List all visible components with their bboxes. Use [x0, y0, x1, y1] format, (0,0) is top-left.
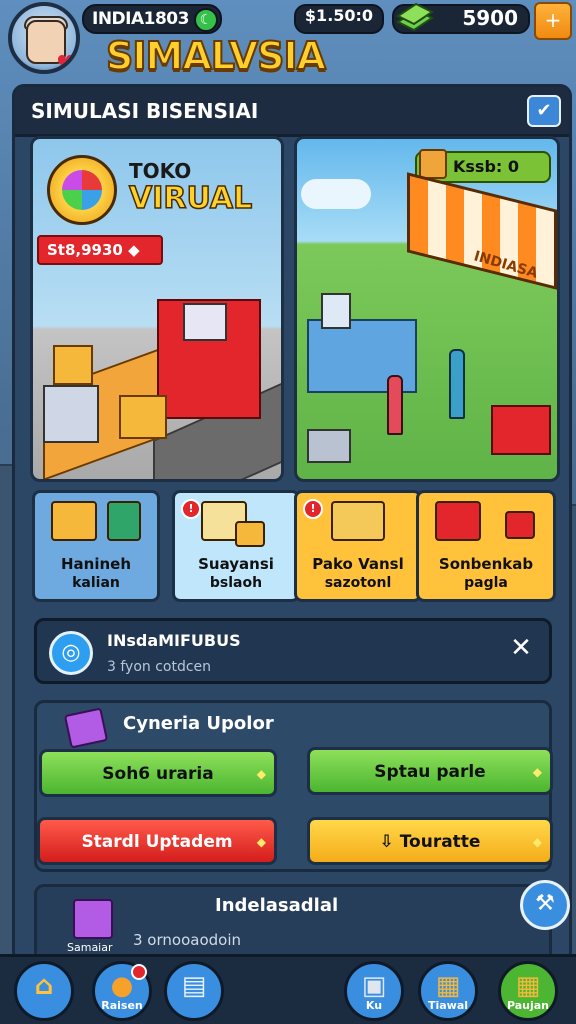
info-panel: Samaiar Indelasadlal 3 ornooaodoin: [34, 884, 552, 954]
notification-badge: !: [303, 499, 323, 519]
package-icon: [235, 521, 265, 547]
shop-bag-icon: ▤: [181, 971, 207, 1001]
notification-banner[interactable]: ◎ INsdaMIFUBUS 3 fyon cotdcen ✕: [34, 618, 552, 684]
diamond-icon: ◆: [256, 767, 266, 781]
heart-icon: ♥: [56, 52, 76, 74]
checklist-button[interactable]: ✔: [527, 95, 561, 127]
virtual-store-card[interactable]: TOKO VIRUAL St8,9930 ◆: [30, 136, 284, 482]
key-counter-text: Kssb: 0: [453, 157, 519, 176]
info-icon-caption: Samaiar: [67, 941, 113, 954]
nav-tiawal-button[interactable]: ▦ Tiawal: [418, 961, 478, 1021]
upgrade-button-3[interactable]: Stardl Uptadem ◆: [37, 817, 277, 865]
upgrade-button-1-label: Soh6 uraria: [102, 764, 214, 784]
nav-paujan-label: Paujan: [506, 999, 550, 1012]
gift-stack-icon: [491, 405, 551, 455]
coin-counter: $1.50:0: [294, 4, 384, 34]
feature-tile-4[interactable]: Sonbenkab pagla: [416, 490, 556, 602]
diamond-icon: ◆: [532, 835, 542, 849]
gift-box-icon: [119, 395, 167, 439]
feature-tile-1[interactable]: Hanineh kalian: [32, 490, 160, 602]
panel-header: SIMULASI BISENSIAI ✔: [15, 87, 569, 137]
gift-box-icon: [53, 345, 93, 385]
diamond-icon: ◆: [256, 835, 266, 849]
nav-ku-label: Ku: [365, 999, 383, 1012]
nav-home-button[interactable]: ⌂: [14, 961, 74, 1021]
nav-ku-button[interactable]: ▣ Ku: [344, 961, 404, 1021]
trophy-icon: [107, 501, 141, 541]
store-logo-icon: [47, 155, 117, 225]
upgrade-button-2-label: Sptau parle: [374, 762, 486, 782]
tile-sublabel-4: pagla: [464, 575, 508, 591]
tile-sublabel-1: kalian: [72, 575, 120, 591]
feature-tile-3[interactable]: ! Pako Vansl sazotonl: [294, 490, 422, 602]
tile-label-3: Pako Vansl: [312, 555, 404, 573]
store-price-tag: St8,9930 ◆: [37, 235, 163, 265]
tile-sublabel-3: sazotonl: [324, 575, 392, 591]
register-illustration: [43, 385, 99, 443]
arrow-down-icon: ⇩: [379, 832, 400, 852]
player-name-chip: INDIA1803 ☾: [82, 4, 222, 34]
key-counter-badge: Kssb: 0: [415, 149, 551, 183]
tile-sublabel-2: bslaoh: [209, 575, 263, 591]
tools-icon: ⚒: [535, 891, 555, 916]
check-icon: ✔: [536, 100, 552, 121]
home-icon: ⌂: [34, 971, 54, 1001]
notification-badge: !: [181, 499, 201, 519]
shop-scene-card[interactable]: Kssb: 0 INDIASA: [294, 136, 560, 482]
diamond-icon: ◆: [532, 765, 542, 779]
nav-paujan-button[interactable]: ▦ Paujan: [498, 961, 558, 1021]
package-icon: [331, 501, 385, 541]
feature-tile-2[interactable]: ! Suayansi bslaoh: [172, 490, 300, 602]
cloud-decoration: [301, 179, 371, 209]
upgrade-button-4-label: Touratte: [399, 832, 481, 852]
add-icon: +: [544, 8, 562, 32]
tools-button[interactable]: ⚒: [520, 880, 570, 930]
upgrade-button-2[interactable]: Sptau parle ◆: [307, 747, 553, 795]
tile-label-1: Hanineh: [60, 555, 132, 573]
server-box-illustration: [183, 303, 227, 341]
notification-subtitle: 3 fyon cotdcen: [107, 659, 212, 675]
cash-stack-icon: [396, 2, 434, 32]
gift-box-icon: [73, 899, 113, 939]
upgrade-panel: Cyneria Upolor Soh6 uraria ◆ Sptau parle…: [34, 700, 553, 872]
gift-icon: [435, 501, 481, 541]
add-currency-button[interactable]: +: [534, 2, 572, 40]
notification-dot: [131, 964, 147, 980]
shopkeeper-figure: [449, 349, 465, 419]
box-icon: [419, 149, 447, 179]
crate-illustration: [307, 429, 351, 463]
game-title: SIMALVSIA: [105, 33, 327, 79]
nav-tiawal-label: Tiawal: [427, 999, 469, 1012]
player-name: INDIA1803: [92, 9, 189, 29]
tile-label-2: Suayansi: [198, 555, 274, 573]
upgrade-button-4[interactable]: ⇩ Touratte ◆: [307, 817, 553, 865]
bottom-nav: ⌂ ● Raisen ▤ ▣ Ku ▦ Tiawal ▦ Paujan: [0, 954, 576, 1024]
moon-icon: ☾: [194, 8, 218, 32]
upgrade-button-3-label: Stardl Uptadem: [81, 832, 233, 852]
panel-title: SIMULASI BISENSIAI: [31, 99, 259, 123]
store-title-main: VIRUAL: [128, 180, 253, 217]
nav-shop-button[interactable]: ▤: [164, 961, 224, 1021]
store-title-top: TOKO: [129, 159, 192, 183]
info-title: Indelasadlal: [215, 895, 339, 916]
computer-illustration: [321, 293, 351, 329]
close-button[interactable]: ✕: [503, 631, 539, 667]
gift-box-icon: [51, 501, 97, 541]
player-avatar[interactable]: ♥: [8, 2, 80, 74]
top-bar: ♥ INDIA1803 ☾ SIMALVSIA $1.50:0 5900 +: [0, 0, 576, 84]
customer-figure: [387, 375, 403, 435]
gift-box-icon: [63, 707, 109, 749]
nav-raisen-button[interactable]: ● Raisen: [92, 961, 152, 1021]
info-subtitle: 3 ornooaodoin: [133, 931, 241, 949]
gift-icon: [505, 511, 535, 539]
upgrade-button-1[interactable]: Soh6 uraria ◆: [39, 749, 277, 797]
notification-title: INsdaMIFUBUS: [107, 631, 241, 650]
chat-icon: ◎: [49, 631, 93, 675]
tile-label-4: Sonbenkab: [438, 555, 534, 573]
upgrade-title: Cyneria Upolor: [123, 713, 274, 734]
nav-raisen-label: Raisen: [101, 999, 143, 1012]
